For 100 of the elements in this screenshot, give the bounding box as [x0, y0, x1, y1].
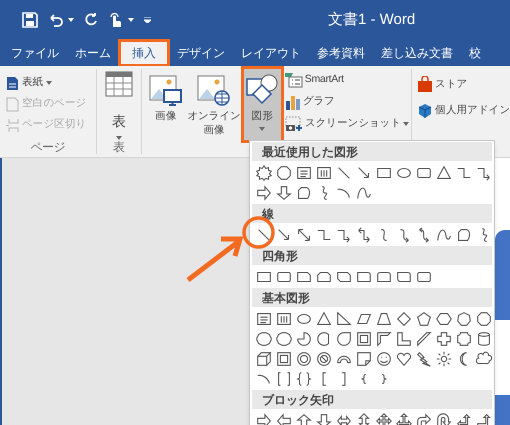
caret-icon: [116, 136, 122, 140]
bevel-icon[interactable]: [275, 350, 293, 368]
freeform-icon[interactable]: [455, 226, 473, 244]
plaque-icon[interactable]: [455, 330, 473, 348]
text-box-icon[interactable]: [255, 310, 273, 328]
document-shape: [495, 395, 510, 425]
bent-up-arrow-icon[interactable]: [475, 412, 493, 425]
ribbon-tab[interactable]: レイアウト: [233, 40, 309, 66]
left-right-up-arrow-icon[interactable]: [395, 412, 413, 425]
ribbon-tab[interactable]: デザイン: [169, 40, 233, 66]
no-symbol-icon[interactable]: [315, 350, 333, 368]
ribbon-tab[interactable]: ホーム: [67, 40, 119, 66]
blank-page-icon: [6, 96, 19, 112]
picture-icon: [148, 73, 183, 107]
pie-icon[interactable]: [295, 330, 313, 348]
freeform-icon[interactable]: [295, 184, 313, 202]
double-brace-icon[interactable]: [295, 370, 313, 388]
section-header: ブロック矢印: [252, 390, 492, 409]
caret-icon: [403, 122, 410, 126]
pentagon-icon[interactable]: [415, 310, 433, 328]
caret-icon: [46, 81, 52, 85]
ribbon-tab[interactable]: 差し込み文書: [373, 40, 461, 66]
right-block-arrow-icon[interactable]: [255, 412, 273, 425]
ribbon-button[interactable]: ストア: [417, 76, 510, 93]
ribbon-button[interactable]: オンライン 画像: [186, 67, 242, 142]
group-label: 表: [112, 140, 126, 154]
cylinder-icon[interactable]: [475, 330, 493, 348]
left-up-arrow-icon[interactable]: [455, 412, 473, 425]
bent-arrow-icon[interactable]: [415, 412, 433, 425]
ribbon-button[interactable]: 図形: [242, 67, 283, 142]
starburst-icon[interactable]: [255, 164, 273, 182]
triangle-icon[interactable]: [435, 164, 453, 182]
octagon-icon[interactable]: [475, 310, 493, 328]
touch-mode-icon[interactable]: [108, 12, 122, 28]
group-label: ページ: [29, 140, 66, 154]
down-block-arrow-icon[interactable]: [315, 412, 333, 425]
u-turn-arrow-icon[interactable]: [435, 412, 453, 425]
customize-icon[interactable]: [144, 17, 151, 23]
smiley-icon[interactable]: [375, 350, 393, 368]
cross-icon[interactable]: [435, 330, 453, 348]
caret-icon[interactable]: [68, 18, 74, 22]
diagonal-stripe-icon[interactable]: [415, 330, 433, 348]
l-shape-icon[interactable]: [395, 330, 413, 348]
ribbon-tab[interactable]: 校: [461, 40, 489, 66]
heptagon-icon[interactable]: [455, 310, 473, 328]
decagon-icon[interactable]: [275, 330, 293, 348]
undo-icon[interactable]: [48, 13, 64, 27]
heart-icon[interactable]: [395, 350, 413, 368]
caret-icon[interactable]: [128, 18, 134, 22]
table-icon: [105, 71, 134, 97]
half-frame-icon[interactable]: [375, 330, 393, 348]
table-button[interactable]: 表: [96, 69, 142, 140]
lightning-icon[interactable]: [415, 350, 433, 368]
redo-icon[interactable]: [84, 13, 98, 27]
right-triangle-icon[interactable]: [335, 310, 353, 328]
left-right-arrow-icon[interactable]: [335, 412, 353, 425]
right-block-arrow-icon[interactable]: [255, 184, 273, 202]
cube-icon[interactable]: [255, 350, 273, 368]
ribbon-button[interactable]: SmartArt: [284, 70, 410, 90]
trapezoid-icon[interactable]: [375, 310, 393, 328]
down-block-arrow-icon[interactable]: [275, 184, 293, 202]
vertical-text-box-icon[interactable]: [275, 310, 293, 328]
teardrop-icon[interactable]: [335, 330, 353, 348]
ribbon-button[interactable]: グラフ: [284, 92, 410, 112]
save-icon[interactable]: [22, 12, 38, 28]
up-block-arrow-icon[interactable]: [295, 412, 313, 425]
window-title: 文書1 - Word: [328, 10, 416, 30]
frame-icon[interactable]: [355, 330, 373, 348]
ribbon-button[interactable]: スクリーンショット: [284, 114, 410, 134]
ribbon-tab[interactable]: ファイル: [3, 40, 67, 66]
folded-corner-icon[interactable]: [355, 350, 373, 368]
add-in-icon: [417, 103, 434, 119]
sun-icon[interactable]: [435, 350, 453, 368]
shapes-icon: [245, 73, 280, 107]
ribbon-button[interactable]: 個人用アドイン: [417, 103, 510, 119]
quad-arrow-icon[interactable]: [375, 412, 393, 425]
hexagon-icon[interactable]: [435, 310, 453, 328]
ribbon-button[interactable]: 画像: [145, 67, 186, 142]
vertical-text-box-icon[interactable]: [315, 164, 333, 182]
decagon-icon[interactable]: [255, 330, 273, 348]
bar-chart-icon: [284, 94, 301, 110]
ribbon-tab[interactable]: 参考資料: [309, 40, 373, 66]
double-bracket-icon[interactable]: [275, 370, 293, 388]
page-break-icon: [6, 118, 19, 132]
section-header: 基本図形: [252, 288, 492, 307]
store-bag-icon: [417, 76, 434, 93]
double-arrow-icon[interactable]: [295, 226, 313, 244]
section-header: 四角形: [252, 246, 492, 265]
smartart-icon: [284, 72, 303, 88]
octagon-icon[interactable]: [275, 164, 293, 182]
triangle-icon[interactable]: [315, 310, 333, 328]
donut-icon[interactable]: [295, 350, 313, 368]
ribbon-button[interactable]: 表紙: [6, 74, 96, 92]
online-picture-icon: [197, 73, 232, 107]
section-header: 最近使用した図形: [252, 142, 492, 161]
text-box-icon[interactable]: [295, 164, 313, 182]
ribbon-tab[interactable]: 挿入: [119, 40, 169, 66]
annotation-arrow: [184, 234, 244, 284]
left-block-arrow-icon[interactable]: [275, 412, 293, 425]
diamond-icon[interactable]: [395, 310, 413, 328]
